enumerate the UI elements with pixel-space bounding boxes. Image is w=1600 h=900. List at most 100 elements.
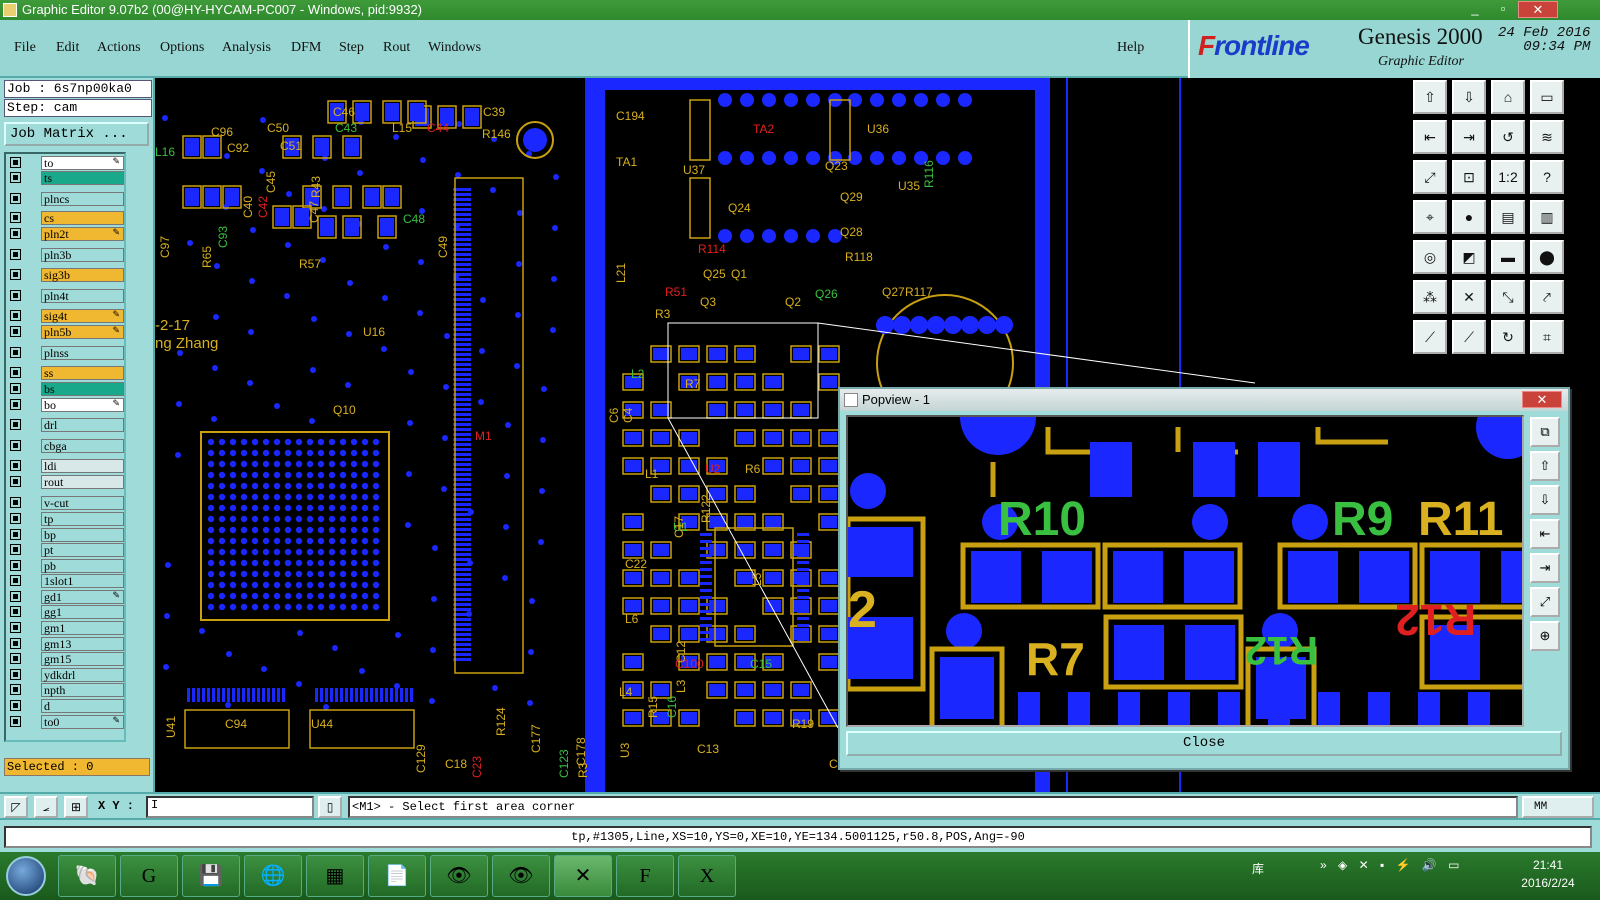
- popview-window[interactable]: Popview - 1 ✕ R10 R9 R11 R7 R12 R12 2 ⧉ ⇧ ⇩ ⇤ ⇥ ⤢ ⊕ …: [838, 387, 1570, 770]
- layer-name[interactable]: ts: [41, 171, 124, 185]
- zoom-box-icon[interactable]: ⊡: [1452, 160, 1486, 194]
- layer-checkbox[interactable]: [10, 326, 21, 337]
- menu-step[interactable]: Step: [339, 40, 364, 56]
- layer-checkbox[interactable]: [10, 347, 21, 358]
- measure-icon[interactable]: ⌖: [1413, 200, 1447, 234]
- layer-name[interactable]: sig3b: [41, 268, 124, 282]
- units-selector[interactable]: MM: [1522, 796, 1594, 818]
- layer-checkbox[interactable]: [10, 716, 21, 727]
- tray-icons[interactable]: » ◈ ✕ ▪ ⚡ 🔊 ▭: [1320, 858, 1463, 872]
- genesis-app-icon[interactable]: G: [120, 855, 178, 897]
- cross-icon[interactable]: ✕: [1452, 280, 1486, 314]
- layer-row-d[interactable]: d: [8, 699, 124, 713]
- layer-name[interactable]: gm1: [41, 621, 124, 635]
- clock[interactable]: 21:41 2016/2/24: [1508, 856, 1588, 892]
- node-icon[interactable]: ⁂: [1413, 280, 1447, 314]
- layer-checkbox[interactable]: [10, 157, 21, 168]
- layer-row-ts[interactable]: ts: [8, 171, 124, 185]
- menu-windows[interactable]: Windows: [428, 40, 481, 56]
- layer-checkbox[interactable]: [10, 606, 21, 617]
- graphic-editor-app-icon[interactable]: ✕: [554, 855, 612, 897]
- layer-checkbox[interactable]: [10, 476, 21, 487]
- scale-1-2-icon[interactable]: 1:2: [1491, 160, 1525, 194]
- layer-name[interactable]: bp: [41, 528, 124, 542]
- home-down-icon[interactable]: ⇩: [1452, 80, 1486, 114]
- pan-right-icon[interactable]: ⇥: [1452, 120, 1486, 154]
- layer-name[interactable]: pln4t: [41, 289, 124, 303]
- hatch-icon[interactable]: ◩: [1452, 240, 1486, 274]
- layer-name[interactable]: bs: [41, 382, 124, 396]
- menu-file[interactable]: File: [14, 40, 36, 56]
- layer-row-gg1[interactable]: gg1: [8, 605, 124, 619]
- layer-name[interactable]: d: [41, 699, 124, 713]
- menu-analysis[interactable]: Analysis: [222, 40, 271, 56]
- layer-row-v-cut[interactable]: v-cut: [8, 496, 124, 510]
- layer-row-ldi[interactable]: ldi: [8, 459, 124, 473]
- layer-checkbox[interactable]: [10, 622, 21, 633]
- layer-checkbox[interactable]: [10, 290, 21, 301]
- zoom-board-view[interactable]: R10 R9 R11 R7 R12 R12 2: [848, 417, 1522, 725]
- layer-name[interactable]: ldi: [41, 459, 124, 473]
- zoom-center-icon[interactable]: ⊕: [1530, 621, 1560, 651]
- move-right-icon[interactable]: ⇥: [1530, 553, 1560, 583]
- layer-name[interactable]: drl: [41, 418, 124, 432]
- redraw-icon[interactable]: ≋: [1530, 120, 1564, 154]
- layer-name[interactable]: 1slot1: [41, 574, 124, 588]
- layer-name[interactable]: rout: [41, 475, 124, 489]
- menu-rout[interactable]: Rout: [383, 40, 410, 56]
- move-up-icon[interactable]: ⇧: [1530, 451, 1560, 481]
- calc-app-icon[interactable]: ▦: [306, 855, 364, 897]
- layer-row-gm15[interactable]: gm15: [8, 652, 124, 666]
- layer-row-to[interactable]: to ✎: [8, 156, 124, 170]
- layer-row-cs[interactable]: cs: [8, 211, 124, 225]
- layer-row-pt[interactable]: pt: [8, 543, 124, 557]
- select-tool-icon[interactable]: ◸: [4, 796, 28, 818]
- ruler-icon[interactable]: ▬: [1491, 240, 1525, 274]
- layer-checkbox[interactable]: [10, 228, 21, 239]
- minimize-button[interactable]: _: [1462, 1, 1488, 18]
- excel-app-icon[interactable]: X: [678, 855, 736, 897]
- layer-name[interactable]: npth: [41, 683, 124, 697]
- layer-checkbox[interactable]: [10, 513, 21, 524]
- menu-dfm[interactable]: DFM: [291, 40, 321, 56]
- layer-checkbox[interactable]: [10, 440, 21, 451]
- menu-help[interactable]: Help: [1117, 40, 1144, 56]
- xy-input[interactable]: I: [146, 796, 314, 818]
- move-left-icon[interactable]: ⇤: [1530, 519, 1560, 549]
- menu-options[interactable]: Options: [160, 40, 204, 56]
- home-icon[interactable]: ⌂: [1491, 80, 1525, 114]
- start-button[interactable]: [6, 856, 46, 896]
- layer-checkbox[interactable]: [10, 399, 21, 410]
- layer-checkbox[interactable]: [10, 560, 21, 571]
- measure-tool-icon[interactable]: ⦟: [34, 796, 58, 818]
- layer-name[interactable]: ss: [41, 366, 124, 380]
- grid-tool-icon[interactable]: ⊞: [64, 796, 88, 818]
- layer-row-to0[interactable]: to0 ✎: [8, 715, 124, 729]
- frontline-app-icon[interactable]: F: [616, 855, 674, 897]
- arc-icon[interactable]: ↻: [1491, 320, 1525, 354]
- layer-name[interactable]: cbga: [41, 439, 124, 453]
- layers-alt-icon[interactable]: ▥: [1530, 200, 1564, 234]
- pin-icon[interactable]: ⤡: [1491, 280, 1525, 314]
- feature-icon[interactable]: ●: [1452, 200, 1486, 234]
- layer-name[interactable]: gm13: [41, 637, 124, 651]
- layer-row-pln5b[interactable]: pln5b ✎: [8, 325, 124, 339]
- shell-app-icon[interactable]: 🐚: [58, 855, 116, 897]
- slash-icon[interactable]: ⟋: [1452, 320, 1486, 354]
- layer-checkbox[interactable]: [10, 669, 21, 680]
- layer-checkbox[interactable]: [10, 544, 21, 555]
- pan-left-icon[interactable]: ⇤: [1413, 120, 1447, 154]
- layer-row-ydkdrl[interactable]: ydkdrl: [8, 668, 124, 682]
- layer-name[interactable]: tp: [41, 512, 124, 526]
- layer-row-gm1[interactable]: gm1: [8, 621, 124, 635]
- layer-name[interactable]: pb: [41, 559, 124, 573]
- layer-checkbox[interactable]: [10, 269, 21, 280]
- popview-close-button[interactable]: Close: [846, 731, 1562, 756]
- layer-checkbox[interactable]: [10, 700, 21, 711]
- move-down-icon[interactable]: ⇩: [1530, 485, 1560, 515]
- layer-checkbox[interactable]: [10, 497, 21, 508]
- layer-checkbox[interactable]: [10, 212, 21, 223]
- probe-icon[interactable]: ⤤: [1530, 280, 1564, 314]
- layer-checkbox[interactable]: [10, 172, 21, 183]
- menu-actions[interactable]: Actions: [97, 40, 141, 56]
